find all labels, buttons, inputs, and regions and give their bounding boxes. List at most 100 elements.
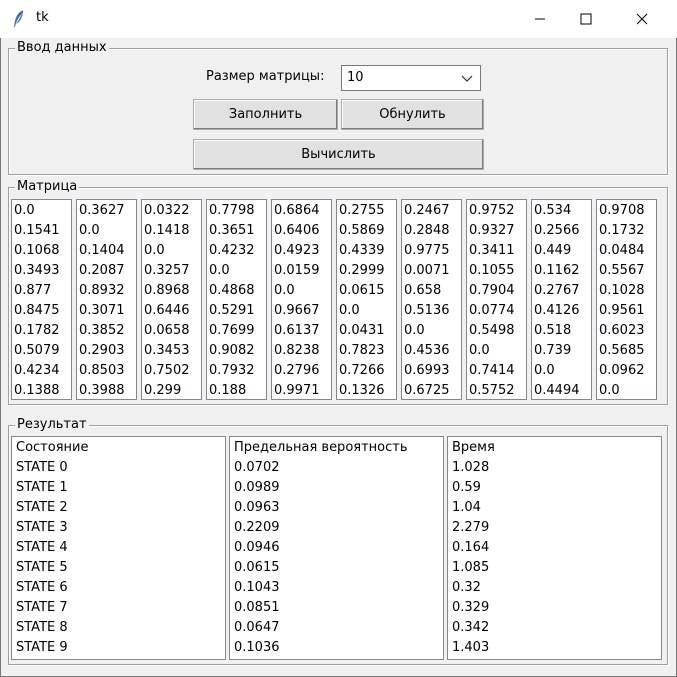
matrix-cell[interactable]: 0.0 <box>404 321 425 341</box>
matrix-column-3[interactable]: 0.7798 0.3651 0.4232 0.0 0.4868 0.5291 0.7699 0… <box>206 199 267 400</box>
matrix-cell[interactable]: 0.9971 <box>274 381 320 401</box>
matrix-cell[interactable]: 0.5498 <box>469 321 515 341</box>
matrix-cell[interactable]: 0.4536 <box>404 341 450 361</box>
matrix-cell[interactable]: 0.1732 <box>599 221 645 241</box>
matrix-column-0[interactable]: 0.0 0.1541 0.1068 0.3493 0.877 0.8475 0.1782 0.… <box>11 199 72 400</box>
matrix-cell[interactable]: 0.518 <box>534 321 571 341</box>
matrix-column-4[interactable]: 0.6864 0.6406 0.4923 0.0159 0.0 0.9667 0.6137 0… <box>271 199 332 400</box>
matrix-cell[interactable]: 0.534 <box>534 201 571 221</box>
matrix-cell[interactable]: 0.8475 <box>14 301 60 321</box>
matrix-cell[interactable]: 0.0 <box>209 261 230 281</box>
matrix-cell[interactable]: 0.4232 <box>209 241 255 261</box>
state-column[interactable]: Состояние STATE 0 STATE 1 STATE 2 STATE 3 STA… <box>11 436 226 660</box>
matrix-cell[interactable]: 0.2467 <box>404 201 450 221</box>
matrix-cell[interactable]: 0.299 <box>144 381 181 401</box>
matrix-cell[interactable]: 0.2566 <box>534 221 580 241</box>
matrix-cell[interactable]: 0.7798 <box>209 201 255 221</box>
matrix-cell[interactable]: 0.0 <box>144 241 165 261</box>
matrix-cell[interactable]: 0.0431 <box>339 321 385 341</box>
matrix-size-select[interactable]: 10 <box>341 65 481 91</box>
matrix-cell[interactable]: 0.6137 <box>274 321 320 341</box>
matrix-cell[interactable]: 0.0 <box>534 361 555 381</box>
matrix-cell[interactable]: 0.8238 <box>274 341 320 361</box>
matrix-column-5[interactable]: 0.2755 0.5869 0.4339 0.2999 0.0615 0.0 0.0431 0… <box>336 199 397 400</box>
matrix-cell[interactable]: 0.0322 <box>144 201 190 221</box>
matrix-cell[interactable]: 0.3411 <box>469 241 515 261</box>
matrix-cell[interactable]: 0.1541 <box>14 221 60 241</box>
matrix-cell[interactable]: 0.1418 <box>144 221 190 241</box>
matrix-cell[interactable]: 0.8932 <box>79 281 125 301</box>
matrix-cell[interactable]: 0.658 <box>404 281 441 301</box>
matrix-cell[interactable]: 0.5567 <box>599 261 645 281</box>
matrix-cell[interactable]: 0.1068 <box>14 241 60 261</box>
matrix-cell[interactable]: 0.2848 <box>404 221 450 241</box>
matrix-cell[interactable]: 0.9082 <box>209 341 255 361</box>
matrix-cell[interactable]: 0.739 <box>534 341 571 361</box>
matrix-cell[interactable]: 0.3988 <box>79 381 125 401</box>
matrix-cell[interactable]: 0.3493 <box>14 261 60 281</box>
matrix-cell[interactable]: 0.3627 <box>79 201 125 221</box>
matrix-cell[interactable]: 0.5136 <box>404 301 450 321</box>
close-button[interactable] <box>619 0 665 38</box>
reset-button[interactable]: Обнулить <box>341 99 484 130</box>
matrix-cell[interactable]: 0.6023 <box>599 321 645 341</box>
time-column[interactable]: Время 1.028 0.59 1.04 2.279 0.164 1.085 0.32 0.3… <box>447 436 662 660</box>
matrix-cell[interactable]: 0.2796 <box>274 361 320 381</box>
matrix-cell[interactable]: 0.1028 <box>599 281 645 301</box>
matrix-cell[interactable]: 0.7823 <box>339 341 385 361</box>
matrix-cell[interactable]: 0.449 <box>534 241 571 261</box>
matrix-cell[interactable]: 0.9561 <box>599 301 645 321</box>
minimize-button[interactable] <box>517 0 563 38</box>
matrix-cell[interactable]: 0.7414 <box>469 361 515 381</box>
matrix-cell[interactable]: 0.3651 <box>209 221 255 241</box>
matrix-cell[interactable]: 0.1326 <box>339 381 385 401</box>
matrix-cell[interactable]: 0.9752 <box>469 201 515 221</box>
matrix-cell[interactable]: 0.7699 <box>209 321 255 341</box>
matrix-cell[interactable]: 0.5685 <box>599 341 645 361</box>
matrix-column-8[interactable]: 0.534 0.2566 0.449 0.1162 0.2767 0.4126 0.518 0… <box>531 199 592 400</box>
matrix-cell[interactable]: 0.6864 <box>274 201 320 221</box>
matrix-cell[interactable]: 0.6446 <box>144 301 190 321</box>
matrix-cell[interactable]: 0.4494 <box>534 381 580 401</box>
matrix-cell[interactable]: 0.0 <box>274 281 295 301</box>
matrix-cell[interactable]: 0.7502 <box>144 361 190 381</box>
matrix-cell[interactable]: 0.3453 <box>144 341 190 361</box>
matrix-cell[interactable]: 0.7266 <box>339 361 385 381</box>
matrix-cell[interactable]: 0.0962 <box>599 361 645 381</box>
matrix-column-7[interactable]: 0.9752 0.9327 0.3411 0.1055 0.7904 0.0774 0.54… <box>466 199 527 400</box>
matrix-column-1[interactable]: 0.3627 0.0 0.1404 0.2087 0.8932 0.3071 0.3852 0… <box>76 199 137 400</box>
matrix-cell[interactable]: 0.2903 <box>79 341 125 361</box>
matrix-cell[interactable]: 0.0 <box>79 221 100 241</box>
probability-column[interactable]: Предельная вероятность 0.0702 0.0989 0.0963… <box>229 436 444 660</box>
matrix-cell[interactable]: 0.5752 <box>469 381 515 401</box>
matrix-cell[interactable]: 0.9775 <box>404 241 450 261</box>
matrix-cell[interactable]: 0.0159 <box>274 261 320 281</box>
matrix-cell[interactable]: 0.4126 <box>534 301 580 321</box>
matrix-cell[interactable]: 0.5079 <box>14 341 60 361</box>
matrix-cell[interactable]: 0.6993 <box>404 361 450 381</box>
matrix-cell[interactable]: 0.1388 <box>14 381 60 401</box>
matrix-cell[interactable]: 0.6406 <box>274 221 320 241</box>
matrix-cell[interactable]: 0.188 <box>209 381 246 401</box>
matrix-cell[interactable]: 0.4234 <box>14 361 60 381</box>
matrix-cell[interactable]: 0.4868 <box>209 281 255 301</box>
matrix-cell[interactable]: 0.1162 <box>534 261 580 281</box>
maximize-button[interactable] <box>563 0 609 38</box>
matrix-cell[interactable]: 0.5291 <box>209 301 255 321</box>
matrix-cell[interactable]: 0.0615 <box>339 281 385 301</box>
matrix-cell[interactable]: 0.4923 <box>274 241 320 261</box>
matrix-cell[interactable]: 0.0 <box>14 201 35 221</box>
matrix-cell[interactable]: 0.0 <box>469 341 490 361</box>
matrix-cell[interactable]: 0.2767 <box>534 281 580 301</box>
matrix-cell[interactable]: 0.1055 <box>469 261 515 281</box>
matrix-cell[interactable]: 0.0484 <box>599 241 645 261</box>
matrix-cell[interactable]: 0.9327 <box>469 221 515 241</box>
matrix-cell[interactable]: 0.8968 <box>144 281 190 301</box>
matrix-cell[interactable]: 0.3852 <box>79 321 125 341</box>
matrix-column-9[interactable]: 0.9708 0.1732 0.0484 0.5567 0.1028 0.9561 0.60… <box>596 199 657 400</box>
matrix-cell[interactable]: 0.0071 <box>404 261 450 281</box>
matrix-cell[interactable]: 0.5869 <box>339 221 385 241</box>
matrix-cell[interactable]: 0.3257 <box>144 261 190 281</box>
matrix-cell[interactable]: 0.7932 <box>209 361 255 381</box>
matrix-cell[interactable]: 0.2999 <box>339 261 385 281</box>
